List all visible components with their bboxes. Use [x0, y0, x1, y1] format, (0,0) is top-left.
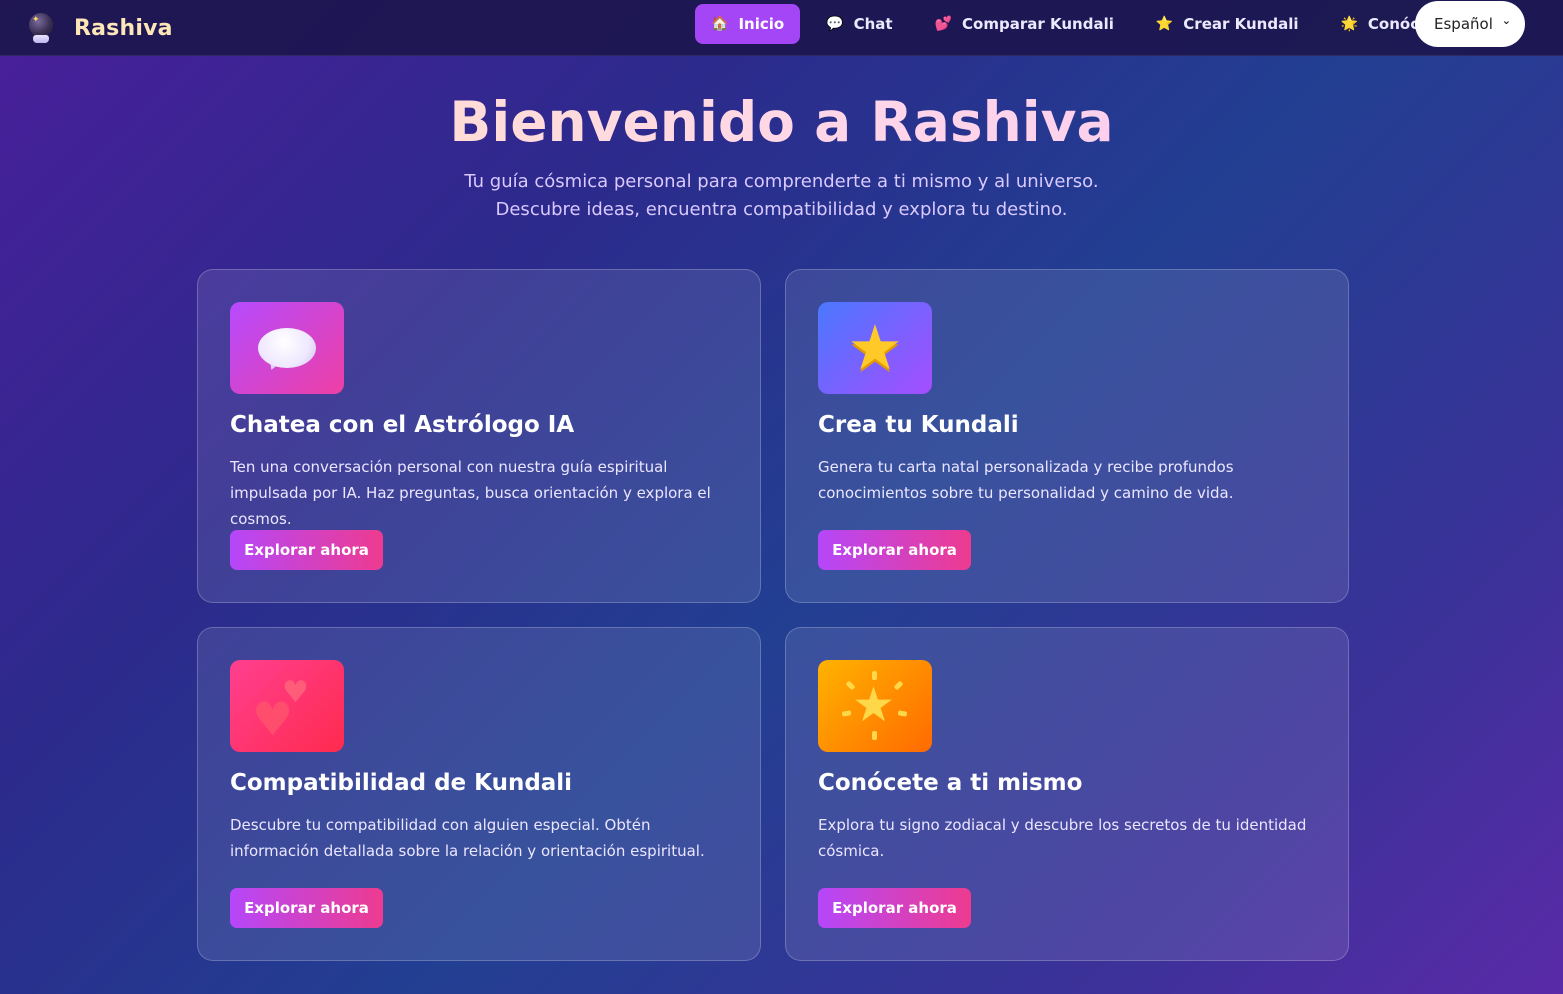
explore-button[interactable]: Explorar ahora [230, 530, 383, 570]
card-description: Descubre tu compatibilidad con alguien e… [230, 816, 705, 860]
feature-card-compatibility: ♥ ♥ Compatibilidad de Kundali Descubre tu… [197, 627, 761, 961]
language-select[interactable]: Español ⌄ [1415, 1, 1525, 47]
feature-card-know-yourself: ★ Conócete a ti mismo Explora tu signo z… [785, 627, 1349, 961]
explore-button[interactable]: Explorar ahora [818, 888, 971, 928]
nav-item-label: Chat [853, 15, 893, 33]
nav-item-crear-kundali[interactable]: ⭐ Crear Kundali [1140, 4, 1315, 44]
card-description: Genera tu carta natal personalizada y re… [818, 458, 1234, 502]
card-description: Ten una conversación personal con nuestr… [230, 458, 711, 528]
explore-button[interactable]: Explorar ahora [818, 530, 971, 570]
nav-item-label: Crear Kundali [1183, 15, 1299, 33]
chevron-down-icon: ⌄ [1501, 14, 1511, 27]
hero-subtitle-line: Descubre ideas, encuentra compatibilidad… [495, 199, 1068, 220]
card-title: Compatibilidad de Kundali [230, 770, 573, 796]
crystal-ball-icon [26, 12, 56, 44]
star-icon: ★ [818, 302, 932, 394]
brand-name: Rashiva [74, 15, 173, 41]
nav-item-chat[interactable]: 💬 Chat [810, 4, 908, 44]
hearts-icon: 💕 [934, 16, 953, 32]
nav-item-label: Comparar Kundali [962, 15, 1114, 33]
card-description: Explora tu signo zodiacal y descubre los… [818, 816, 1307, 860]
nav-links: 🏠 Inicio 💬 Chat 💕 Comparar Kundali ⭐ Cre… [695, 4, 1473, 44]
star-icon: ⭐ [1155, 16, 1174, 32]
card-title: Chatea con el Astrólogo IA [230, 412, 575, 438]
top-navbar: Rashiva 🏠 Inicio 💬 Chat 💕 Comparar Kunda… [0, 0, 1563, 56]
speech-bubble-icon [230, 302, 344, 394]
nav-item-label: Inicio [738, 15, 785, 33]
house-icon: 🏠 [711, 16, 729, 32]
hero-subtitle: Tu guía cósmica personal para comprender… [0, 168, 1563, 224]
glowing-star-icon: ★ [818, 660, 932, 752]
brand-logo-link[interactable]: Rashiva [26, 8, 173, 48]
language-select-value: Español [1434, 15, 1493, 33]
sparkle-star-icon: 🌟 [1340, 16, 1358, 32]
speech-bubble-icon: 💬 [826, 16, 844, 32]
page-title: Bienvenido a Rashiva [0, 90, 1563, 154]
hero-subtitle-line: Tu guía cósmica personal para comprender… [464, 171, 1099, 192]
card-title: Crea tu Kundali [818, 412, 1019, 438]
two-hearts-icon: ♥ ♥ [230, 660, 344, 752]
nav-item-comparar-kundali[interactable]: 💕 Comparar Kundali [919, 4, 1130, 44]
card-title: Conócete a ti mismo [818, 770, 1083, 796]
feature-card-chat: Chatea con el Astrólogo IA Ten una conve… [197, 269, 761, 603]
nav-item-inicio[interactable]: 🏠 Inicio [695, 4, 801, 44]
explore-button[interactable]: Explorar ahora [230, 888, 383, 928]
feature-card-create-kundali: ★ Crea tu Kundali Genera tu carta natal … [785, 269, 1349, 603]
